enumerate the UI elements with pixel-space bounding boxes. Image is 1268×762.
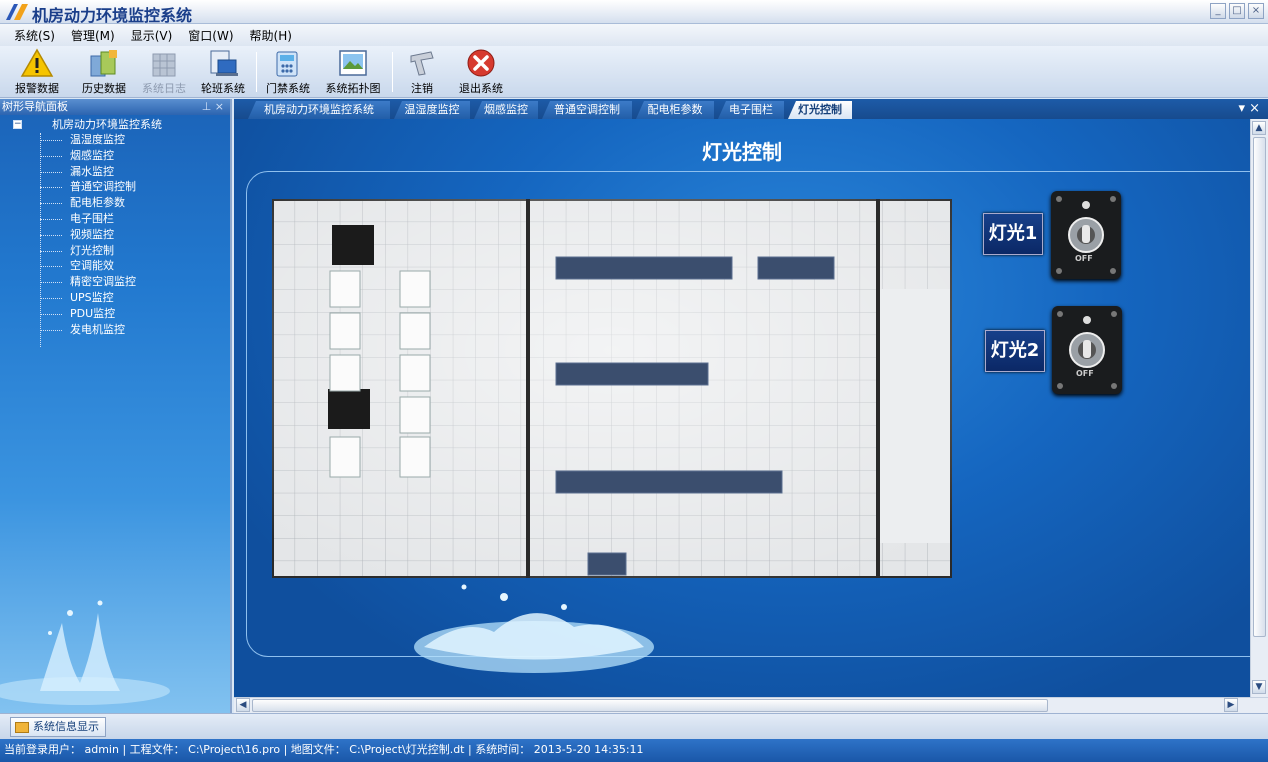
collapse-toggle-icon[interactable]: − [13, 120, 22, 129]
shift-system-label: 轮班系统 [201, 82, 245, 95]
tree-item-ac-control[interactable]: 普通空调控制 [0, 179, 230, 195]
light-2-label: 灯光2 [985, 330, 1045, 372]
folder-icon [15, 722, 29, 733]
close-window-button[interactable]: × [1248, 3, 1264, 19]
tree-item-precision-ac[interactable]: 精密空调监控 [0, 274, 230, 290]
logout-key-icon [410, 51, 434, 76]
exit-system-label: 退出系统 [459, 82, 503, 95]
menu-view[interactable]: 显示(V) [131, 27, 173, 44]
tree-item-ac-efficiency[interactable]: 空调能效 [0, 258, 230, 274]
light-1-state: OFF [1075, 254, 1093, 263]
scroll-down-icon[interactable]: ▼ [1252, 680, 1266, 694]
system-log-button[interactable]: 系统日志 [138, 48, 190, 96]
system-topology-label: 系统拓扑图 [325, 82, 381, 95]
tree-item-fence[interactable]: 电子围栏 [0, 211, 230, 227]
toggle-switch-icon [1057, 311, 1117, 389]
tab-smoke[interactable]: 烟感监控 [474, 101, 538, 119]
logout-button[interactable]: 注销 [400, 48, 444, 96]
menu-bar: 系统(S) 管理(M) 显示(V) 窗口(W) 帮助(H) [0, 24, 1268, 46]
shift-computer-icon [210, 50, 238, 76]
tree-item-ups[interactable]: UPS监控 [0, 290, 230, 306]
tree-item-temperature[interactable]: 温湿度监控 [0, 132, 230, 148]
tab-ac-control[interactable]: 普通空调控制 [542, 101, 632, 119]
light-2-state: OFF [1076, 369, 1094, 378]
tree-item-video[interactable]: 视频监控 [0, 227, 230, 243]
history-database-icon [90, 50, 117, 77]
toolbar: 报警数据 历史数据 系统日志 轮班系统 门禁系统 系统拓扑图 注销 退出系统 [0, 46, 1268, 98]
menu-system[interactable]: 系统(S) [14, 27, 55, 44]
page-title: 灯光控制 [702, 140, 782, 164]
minimize-button[interactable]: _ [1210, 3, 1226, 19]
tab-power-cabinet[interactable]: 配电柜参数 [636, 101, 714, 119]
light-1-toggle-switch[interactable] [1051, 191, 1121, 279]
toolbar-separator [256, 52, 257, 92]
panel-pin-close-icon[interactable]: ⊥ × [202, 99, 224, 115]
scroll-right-icon[interactable]: ▶ [1224, 698, 1238, 712]
vertical-scrollbar[interactable]: ▲ ▼ [1250, 119, 1268, 697]
menu-help[interactable]: 帮助(H) [250, 27, 292, 44]
tab-overview[interactable]: 机房动力环境监控系统 [248, 101, 390, 119]
tab-menu-close-icon[interactable]: ▾ × [1238, 101, 1260, 116]
alarm-data-button[interactable]: 报警数据 [6, 48, 68, 96]
scroll-up-icon[interactable]: ▲ [1252, 121, 1266, 135]
toggle-switch-icon [1056, 196, 1116, 274]
tree-item-generator[interactable]: 发电机监控 [0, 322, 230, 338]
tree-item-pdu[interactable]: PDU监控 [0, 306, 230, 322]
nav-tree: − 机房动力环境监控系统 温湿度监控 烟感监控 漏水监控 普通空调控制 配电柜参… [0, 115, 230, 347]
tree-item-lighting[interactable]: 灯光控制 [0, 243, 230, 259]
access-control-button[interactable]: 门禁系统 [260, 48, 316, 96]
horizontal-scrollbar[interactable]: ◀ ▶ [234, 697, 1268, 713]
exit-x-icon [467, 49, 495, 77]
title-bar: 机房动力环境监控系统 _ □ × [0, 0, 1268, 25]
light-1-label: 灯光1 [983, 213, 1043, 255]
app-logo-icon [6, 4, 28, 20]
logout-label: 注销 [411, 82, 433, 95]
access-control-icon [276, 51, 298, 77]
panel-header: 树形导航面板 ⊥ × [0, 99, 230, 115]
scroll-left-icon[interactable]: ◀ [236, 698, 250, 712]
tab-lighting[interactable]: 灯光控制 [788, 101, 852, 119]
exit-system-button[interactable]: 退出系统 [450, 48, 512, 96]
tree-navigation-panel: 树形导航面板 ⊥ × − 机房动力环境监控系统 温湿度监控 烟感监控 漏水监控 … [0, 99, 232, 713]
status-bar: 当前登录用户： admin | 工程文件： C:\Project\16.pro … [0, 739, 1268, 762]
access-control-label: 门禁系统 [266, 82, 310, 95]
tab-temperature[interactable]: 温湿度监控 [394, 101, 470, 119]
shift-system-button[interactable]: 轮班系统 [196, 48, 250, 96]
system-log-icon [152, 53, 176, 77]
history-data-button[interactable]: 历史数据 [74, 48, 134, 96]
tab-bar: 机房动力环境监控系统 温湿度监控 烟感监控 普通空调控制 配电柜参数 电子围栏 … [234, 99, 1268, 119]
horizontal-scroll-thumb[interactable] [252, 699, 1048, 712]
lighting-control-view: 灯光控制 灯光1 灯光2 OFF OFF [234, 119, 1250, 697]
tree-item-smoke[interactable]: 烟感监控 [0, 148, 230, 164]
toolbar-separator [392, 52, 393, 92]
tree-item-leak[interactable]: 漏水监控 [0, 164, 230, 180]
alarm-data-label: 报警数据 [15, 82, 59, 95]
system-info-label: 系统信息显示 [33, 720, 99, 733]
water-splash-decoration [0, 600, 170, 705]
menu-manage[interactable]: 管理(M) [71, 27, 115, 44]
system-log-label: 系统日志 [142, 82, 186, 95]
tab-fence[interactable]: 电子围栏 [718, 101, 784, 119]
maximize-button[interactable]: □ [1229, 3, 1245, 19]
vertical-scroll-thumb[interactable] [1253, 137, 1266, 637]
system-topology-button[interactable]: 系统拓扑图 [320, 48, 386, 96]
tree-root-item[interactable]: − 机房动力环境监控系统 [0, 117, 230, 132]
menu-window[interactable]: 窗口(W) [188, 27, 233, 44]
panel-title: 树形导航面板 [2, 100, 68, 113]
water-splash-decoration [414, 584, 654, 673]
tree-root-label: 机房动力环境监控系统 [52, 118, 162, 131]
info-panel-bar: 系统信息显示 [0, 713, 1268, 739]
topology-picture-icon [339, 50, 367, 76]
system-info-tab[interactable]: 系统信息显示 [10, 717, 106, 737]
app-title: 机房动力环境监控系统 [32, 6, 193, 25]
warning-icon [20, 48, 54, 77]
history-data-label: 历史数据 [82, 82, 126, 95]
room-floorplan [272, 199, 952, 578]
tree-item-power-cabinet[interactable]: 配电柜参数 [0, 195, 230, 211]
light-2-toggle-switch[interactable] [1052, 306, 1122, 394]
